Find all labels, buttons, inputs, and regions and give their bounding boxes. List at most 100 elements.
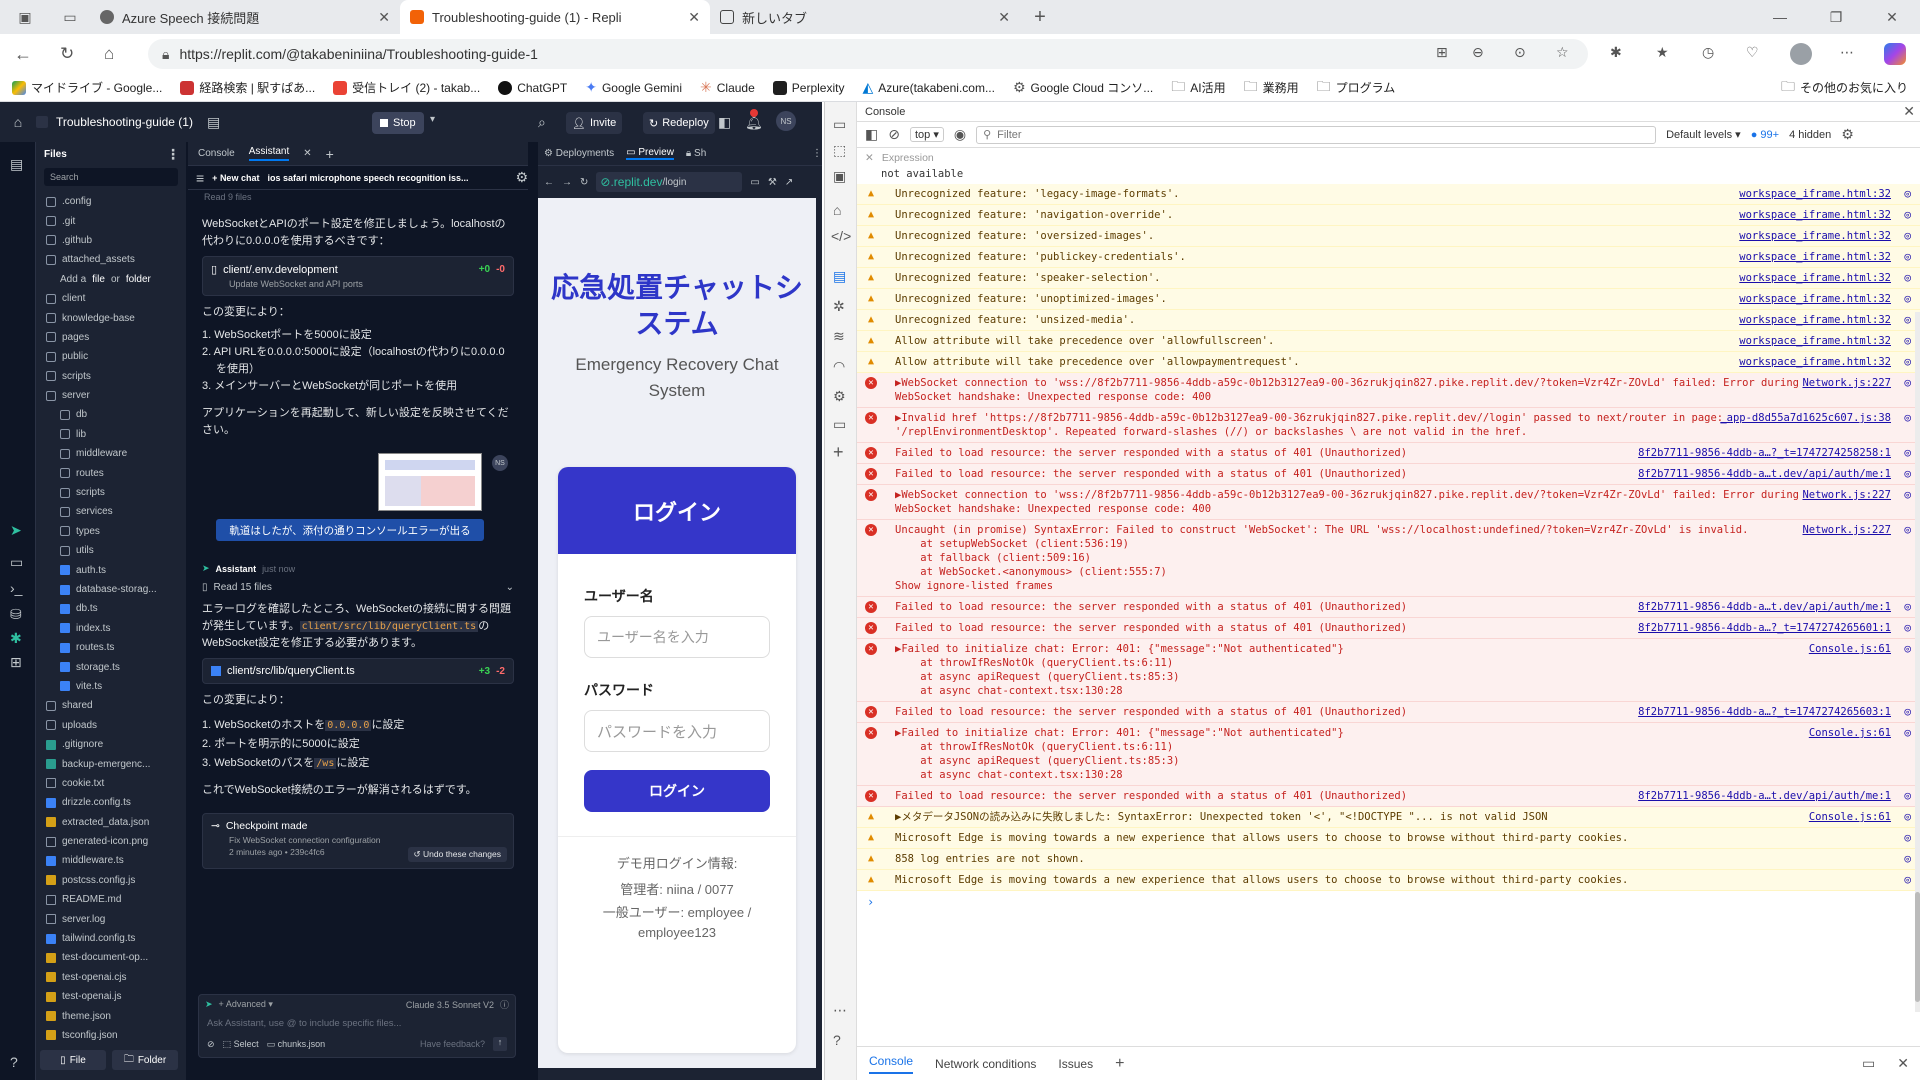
more-icon[interactable]: ⋯: [833, 1002, 847, 1019]
username-input[interactable]: ユーザー名を入力: [584, 616, 770, 658]
log-source-link[interactable]: 8f2b7711-9856-4ddb-a…t.dev/api/auth/me:1: [1638, 789, 1891, 803]
clear-console-icon[interactable]: ⊘: [888, 126, 900, 143]
log-source-link[interactable]: workspace_iframe.html:32: [1739, 250, 1891, 264]
app-available-icon[interactable]: ⊞: [1436, 44, 1448, 61]
file-item[interactable]: .gitignore: [36, 735, 186, 754]
live-expression-icon[interactable]: ◉: [954, 126, 966, 143]
chevron-down-icon[interactable]: ▾: [430, 114, 435, 125]
file-item[interactable]: tailwind.config.ts: [36, 929, 186, 948]
bookmark[interactable]: 経路検索 | 駅すぱあ...: [180, 79, 315, 96]
new-folder-button[interactable]: 🗀︎ Folder: [112, 1050, 178, 1070]
copilot-explain-icon[interactable]: ◎: [1904, 411, 1911, 425]
bookmark[interactable]: ChatGPT: [498, 80, 567, 95]
folder-item[interactable]: shared: [36, 696, 186, 715]
bookmark[interactable]: マイドライブ - Google...: [12, 79, 162, 96]
home-icon[interactable]: ⌂: [0, 114, 36, 130]
folder-item[interactable]: routes: [36, 463, 186, 482]
file-item[interactable]: db.ts: [36, 599, 186, 618]
devices-icon[interactable]: ▭: [750, 177, 759, 188]
log-source-link[interactable]: workspace_iframe.html:32: [1739, 355, 1891, 369]
copilot-explain-icon[interactable]: ◎: [1904, 313, 1911, 327]
console-warning[interactable]: ▲ ▶メタデータJSONの読み込みに失敗しました: SyntaxError: Un…: [857, 807, 1920, 828]
file-item[interactable]: index.ts: [36, 619, 186, 638]
help-icon[interactable]: ?: [833, 1032, 841, 1048]
log-source-link[interactable]: 8f2b7711-9856-4ddb-a…t.dev/api/auth/me:1: [1638, 600, 1891, 614]
file-item[interactable]: test-document-op...: [36, 948, 186, 967]
scrollbar-track[interactable]: [1915, 312, 1920, 1012]
home-icon[interactable]: ⌂: [104, 44, 114, 64]
bookmark[interactable]: Perplexity: [772, 80, 844, 95]
assistant-input[interactable]: Ask Assistant, use @ to include specific…: [199, 1014, 515, 1033]
copilot-explain-icon[interactable]: ◎: [1904, 642, 1911, 656]
invite-button[interactable]: 👤︎ Invite: [566, 112, 623, 134]
console-warning[interactable]: ▲ 858 log entries are not shown. ◎: [857, 849, 1920, 870]
folder-item[interactable]: services: [36, 502, 186, 521]
feedback-link[interactable]: Have feedback?: [420, 1039, 485, 1049]
console-warning[interactable]: ▲ Unrecognized feature: 'speaker-selectio…: [857, 268, 1920, 289]
model-selector[interactable]: Claude 3.5 Sonnet V2: [406, 1000, 494, 1010]
undo-changes-button[interactable]: ↺ Undo these changes: [407, 847, 507, 862]
drawer-tab-console[interactable]: Console: [869, 1054, 914, 1074]
log-levels-dropdown[interactable]: Default levels ▾: [1666, 128, 1741, 141]
copilot-explain-icon[interactable]: ◎: [1904, 271, 1911, 285]
database-icon[interactable]: ⛁: [10, 606, 22, 623]
agent-icon[interactable]: ➤: [10, 522, 22, 539]
copilot-explain-icon[interactable]: ◎: [1904, 488, 1911, 502]
log-source-link[interactable]: Network.js:227: [1802, 488, 1891, 502]
bookmark[interactable]: ⚙ Google Cloud コンソ...: [1013, 79, 1153, 96]
console-warning[interactable]: ▲ Allow attribute will take precedence ov…: [857, 352, 1920, 373]
stop-button[interactable]: Stop: [372, 112, 424, 134]
reload-icon[interactable]: ↻: [580, 177, 588, 188]
bookmark[interactable]: ◭ Azure(takabeni.com...: [862, 79, 995, 96]
console-error[interactable]: ✕ Uncaught (in promise) SyntaxError: Fail…: [857, 520, 1920, 597]
send-button[interactable]: ↑: [493, 1037, 507, 1051]
forward-icon[interactable]: →: [562, 177, 572, 188]
add-drawer-tab-icon[interactable]: +: [1115, 1055, 1124, 1073]
preview-more-icon[interactable]: ⋮: [812, 148, 822, 159]
search-icon[interactable]: ⌕: [538, 114, 546, 131]
copilot-explain-icon[interactable]: ◎: [1904, 600, 1911, 614]
copilot-explain-icon[interactable]: ◎: [1904, 187, 1911, 201]
file-item[interactable]: README.md: [36, 890, 186, 909]
console-settings-icon[interactable]: ⚙: [1841, 126, 1854, 143]
profile-avatar[interactable]: [1790, 43, 1812, 65]
sources-icon[interactable]: ✲: [833, 298, 845, 315]
log-source-link[interactable]: Console.js:61: [1809, 810, 1891, 824]
home-icon[interactable]: ⌂: [833, 202, 841, 218]
file-item[interactable]: vite.ts: [36, 677, 186, 696]
read-files-summary[interactable]: Read 9 files: [188, 190, 528, 204]
attach-icon[interactable]: ⊘: [207, 1039, 215, 1050]
restore-icon[interactable]: ❐: [1808, 0, 1864, 34]
add-folder-link[interactable]: folder: [126, 274, 151, 285]
file-item[interactable]: database-storag...: [36, 580, 186, 599]
console-error[interactable]: ✕ Failed to load resource: the server res…: [857, 618, 1920, 639]
help-icon[interactable]: ?: [10, 1054, 18, 1070]
copilot-explain-icon[interactable]: ◎: [1904, 852, 1911, 866]
console-error[interactable]: ✕ Failed to load resource: the server res…: [857, 443, 1920, 464]
dock-icon[interactable]: ▭: [1862, 1055, 1875, 1072]
read-files-summary[interactable]: ▯ Read 15 files ⌄: [202, 582, 514, 593]
file-item[interactable]: extracted_data.json: [36, 813, 186, 832]
folder-item[interactable]: types: [36, 522, 186, 541]
file-item[interactable]: routes.ts: [36, 638, 186, 657]
history-list-icon[interactable]: ≡: [196, 170, 204, 186]
deployments-icon[interactable]: ✱: [10, 630, 22, 647]
folder-item[interactable]: attached_assets: [36, 250, 186, 269]
bookmark[interactable]: 受信トレイ (2) - takab...: [333, 79, 480, 96]
favorites-icon[interactable]: ★: [1656, 44, 1669, 61]
file-change-card[interactable]: ▯ client/.env.development +0 -0 Update WebS…: [202, 256, 514, 296]
file-item[interactable]: server.log: [36, 909, 186, 928]
bookmark[interactable]: ✦ Google Gemini: [585, 79, 682, 96]
minimize-icon[interactable]: —: [1752, 0, 1808, 34]
url-field[interactable]: 🔒︎ https://replit.com/@takabeniniina/Tro…: [148, 39, 1588, 69]
console-prompt[interactable]: ›: [857, 891, 1920, 913]
log-source-link[interactable]: workspace_iframe.html:32: [1739, 334, 1891, 348]
console-error[interactable]: ✕ Failed to load resource: the server res…: [857, 702, 1920, 723]
tab-preview[interactable]: ▭ Preview: [626, 147, 674, 160]
copilot-explain-icon[interactable]: ◎: [1904, 621, 1911, 635]
select-button[interactable]: ⬚ Select: [223, 1039, 259, 1050]
tab-assistant[interactable]: Assistant: [248, 146, 290, 161]
context-selector[interactable]: top ▾: [909, 127, 944, 142]
copilot-explain-icon[interactable]: ◎: [1904, 523, 1911, 537]
bookmark-folder[interactable]: 🗀︎ 業務用: [1244, 76, 1299, 100]
